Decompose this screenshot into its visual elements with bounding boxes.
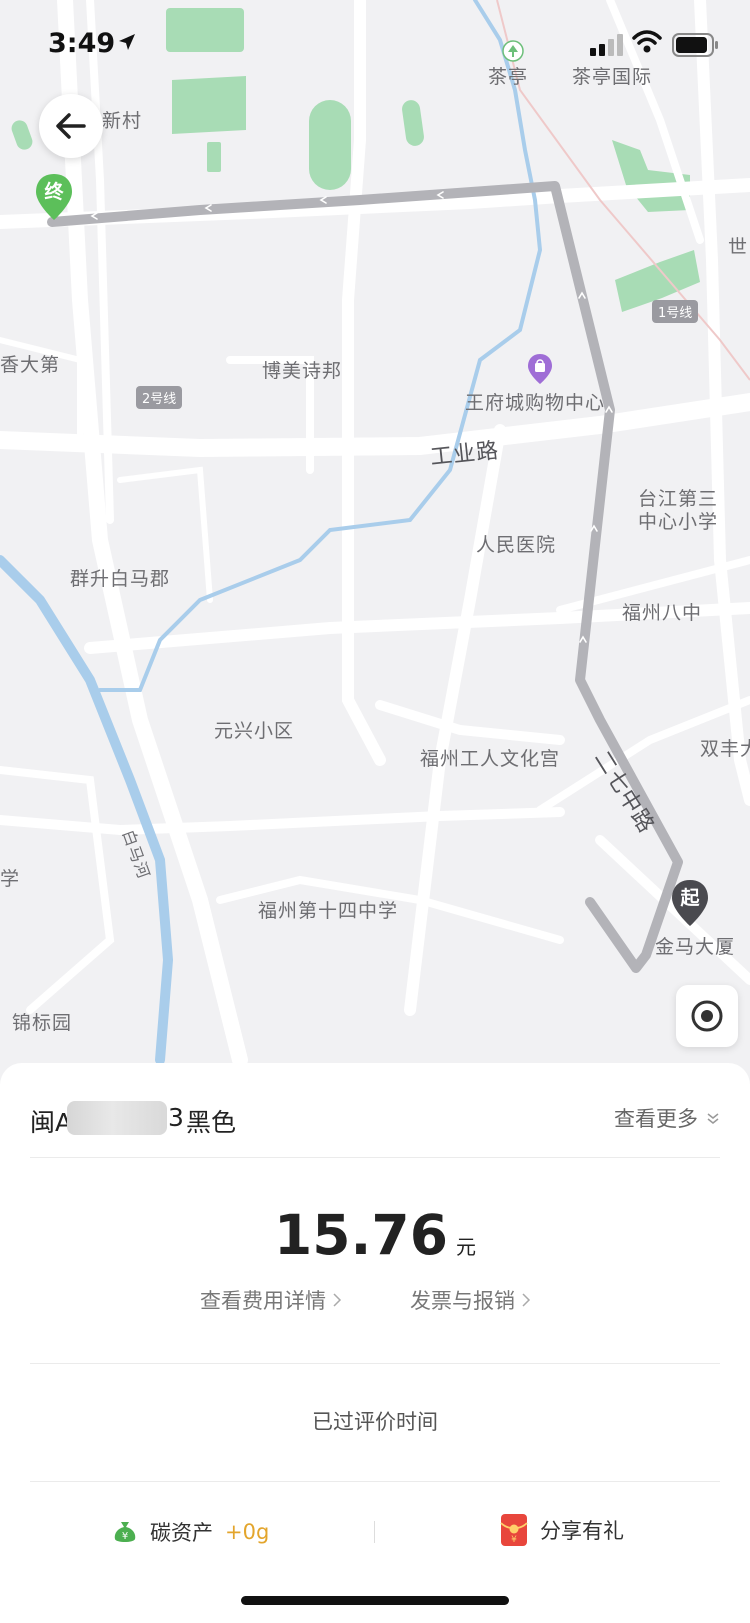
trip-sheet: 闽A 3 黑色 查看更多 15.76 元 查看费用详情 发票与报销 已过评价时间 xyxy=(0,1063,750,1623)
carbon-asset-value: +0g xyxy=(225,1520,270,1544)
map-label-xiangdadi: 香大第 xyxy=(0,354,61,376)
start-pin-label: 起 xyxy=(680,887,700,909)
home-indicator[interactable] xyxy=(241,1596,509,1605)
map-label-gongren: 福州工人文化宫 xyxy=(420,748,561,770)
fee-links: 查看费用详情 发票与报销 xyxy=(0,1285,750,1325)
plate-blur-mask xyxy=(67,1101,167,1135)
divider-top xyxy=(30,1157,720,1158)
map-label-jinbiao: 锦标园 xyxy=(12,1012,73,1034)
share-gift-button[interactable]: ¥ 分享有礼 xyxy=(500,1513,624,1547)
fee-detail-link[interactable]: 查看费用详情 xyxy=(200,1285,342,1315)
svg-text:¥: ¥ xyxy=(122,1531,128,1542)
price-amount: 15.76 xyxy=(274,1203,448,1267)
chevron-right-icon xyxy=(333,1293,342,1307)
start-pin: 起 xyxy=(670,878,710,928)
invoice-label: 发票与报销 xyxy=(410,1289,515,1313)
plate-prefix: 闽A xyxy=(30,1108,73,1137)
fee-detail-label: 查看费用详情 xyxy=(200,1289,326,1313)
map-label-fuzhou8: 福州八中 xyxy=(622,602,703,624)
metro-line2-tag: 2号线 xyxy=(136,386,183,409)
bottom-actions: ¥ 碳资产 +0g ¥ 分享有礼 xyxy=(0,1503,750,1563)
rating-expired-text: 已过评价时间 xyxy=(312,1410,438,1434)
metro-line1-tag: 1号线 xyxy=(652,300,699,323)
locate-button[interactable] xyxy=(676,985,738,1047)
plate-suffix: 3 xyxy=(168,1103,184,1132)
red-envelope-icon: ¥ xyxy=(500,1514,528,1546)
map-label-taijiang: 台江第三 中心小学 xyxy=(638,488,719,533)
price-display: 15.76 元 xyxy=(0,1203,750,1267)
map-label-bomei: 博美诗邦 xyxy=(262,360,343,382)
wifi-icon xyxy=(632,30,662,53)
signal-icon xyxy=(590,34,623,56)
carbon-asset-button[interactable]: ¥ 碳资产 +0g xyxy=(112,1517,269,1547)
map-label-renmin: 人民医院 xyxy=(476,534,557,556)
location-arrow-icon xyxy=(119,34,135,50)
shopping-poi-icon xyxy=(528,354,552,384)
car-color: 黑色 xyxy=(186,1108,237,1137)
svg-text:¥: ¥ xyxy=(511,1535,517,1545)
end-pin-label: 终 xyxy=(44,181,64,203)
invoice-link[interactable]: 发票与报销 xyxy=(410,1285,531,1315)
chevron-right-icon xyxy=(522,1293,531,1307)
back-button[interactable] xyxy=(39,94,103,158)
vehicle-row: 闽A 3 黑色 查看更多 xyxy=(30,1089,720,1149)
divider-middle xyxy=(30,1363,720,1364)
share-gift-label: 分享有礼 xyxy=(540,1519,624,1543)
status-bar: 3:49 xyxy=(0,0,750,90)
view-more-button[interactable]: 查看更多 xyxy=(614,1103,720,1133)
end-pin: 终 xyxy=(34,172,74,222)
view-more-label: 查看更多 xyxy=(614,1107,698,1131)
map-label-xue: 学 xyxy=(0,868,21,890)
map-label-yuanxing: 元兴小区 xyxy=(214,720,295,742)
back-arrow-icon xyxy=(56,113,86,139)
map-label-shi: 世 xyxy=(728,236,749,258)
price-unit: 元 xyxy=(455,1235,476,1259)
map-label-shuangfeng: 双丰大 xyxy=(700,738,750,760)
map-label-xincun: 新村 xyxy=(102,110,143,132)
battery-icon xyxy=(672,33,718,57)
action-separator xyxy=(374,1521,375,1543)
map-label-wangfujing: 王府城购物中心 xyxy=(465,392,606,414)
locate-icon xyxy=(691,1000,723,1032)
map-label-qunsheng: 群升白马郡 xyxy=(70,568,171,590)
map-canvas xyxy=(0,0,750,1100)
carbon-asset-label: 碳资产 xyxy=(150,1521,213,1545)
map-label-jinma: 金马大厦 xyxy=(655,936,736,958)
divider-bottom xyxy=(30,1481,720,1482)
map-label-fuzhou14: 福州第十四中学 xyxy=(258,900,399,922)
map-view[interactable]: 茶亭 茶亭国际 新村 世 香大第 博美诗邦 王府城购物中心 工业路 台江第三 中… xyxy=(0,0,750,1100)
money-bag-icon: ¥ xyxy=(114,1522,136,1542)
status-time: 3:49 xyxy=(48,28,116,59)
chevron-down-icon xyxy=(707,1113,719,1124)
